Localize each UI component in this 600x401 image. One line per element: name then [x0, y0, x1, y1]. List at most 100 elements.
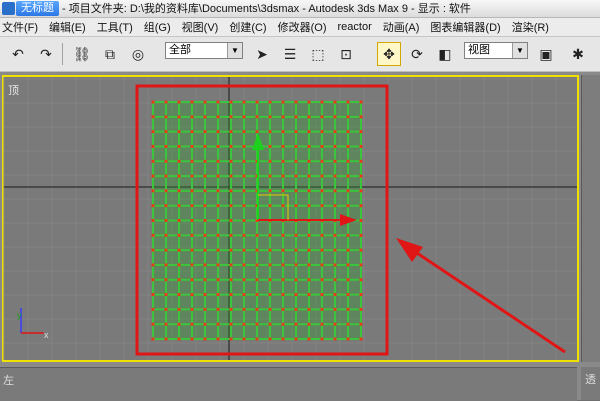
plane-vertex[interactable]	[359, 337, 363, 341]
plane-vertex[interactable]	[216, 293, 220, 297]
plane-vertex[interactable]	[190, 174, 194, 178]
plane-vertex[interactable]	[203, 307, 207, 311]
plane-vertex[interactable]	[229, 293, 233, 297]
plane-vertex[interactable]	[151, 115, 155, 119]
plane-vertex[interactable]	[294, 263, 298, 267]
plane-vertex[interactable]	[190, 293, 194, 297]
plane-vertex[interactable]	[203, 233, 207, 237]
plane-vertex[interactable]	[164, 293, 168, 297]
plane-vertex[interactable]	[307, 204, 311, 208]
plane-vertex[interactable]	[333, 278, 337, 282]
plane-vertex[interactable]	[190, 278, 194, 282]
plane-vertex[interactable]	[164, 130, 168, 134]
plane-vertex[interactable]	[359, 248, 363, 252]
plane-vertex[interactable]	[320, 263, 324, 267]
plane-vertex[interactable]	[294, 307, 298, 311]
plane-vertex[interactable]	[242, 248, 246, 252]
plane-vertex[interactable]	[242, 278, 246, 282]
plane-vertex[interactable]	[190, 159, 194, 163]
plane-vertex[interactable]	[216, 100, 220, 104]
plane-vertex[interactable]	[268, 100, 272, 104]
plane-vertex[interactable]	[333, 322, 337, 326]
plane-vertex[interactable]	[346, 322, 350, 326]
plane-vertex[interactable]	[242, 204, 246, 208]
plane-vertex[interactable]	[294, 144, 298, 148]
plane-vertex[interactable]	[281, 189, 285, 193]
plane-vertex[interactable]	[307, 115, 311, 119]
plane-vertex[interactable]	[229, 278, 233, 282]
plane-vertex[interactable]	[268, 263, 272, 267]
plane-vertex[interactable]	[164, 233, 168, 237]
plane-vertex[interactable]	[203, 115, 207, 119]
plane-vertex[interactable]	[203, 144, 207, 148]
plane-vertex[interactable]	[359, 322, 363, 326]
plane-vertex[interactable]	[255, 100, 259, 104]
plane-vertex[interactable]	[177, 293, 181, 297]
plane-vertex[interactable]	[177, 159, 181, 163]
plane-vertex[interactable]	[203, 263, 207, 267]
plane-vertex[interactable]	[203, 174, 207, 178]
plane-vertex[interactable]	[177, 278, 181, 282]
plane-vertex[interactable]	[281, 233, 285, 237]
plane-vertex[interactable]	[359, 219, 363, 222]
plane-vertex[interactable]	[333, 144, 337, 148]
plane-vertex[interactable]	[346, 307, 350, 311]
plane-vertex[interactable]	[359, 189, 363, 193]
plane-vertex[interactable]	[242, 189, 246, 193]
plane-vertex[interactable]	[346, 263, 350, 267]
plane-vertex[interactable]	[190, 219, 194, 222]
plane-vertex[interactable]	[333, 174, 337, 178]
plane-vertex[interactable]	[281, 307, 285, 311]
plane-vertex[interactable]	[190, 130, 194, 134]
plane-vertex[interactable]	[268, 322, 272, 326]
plane-vertex[interactable]	[333, 100, 337, 104]
plane-vertex[interactable]	[177, 233, 181, 237]
plane-vertex[interactable]	[359, 159, 363, 163]
plane-vertex[interactable]	[177, 144, 181, 148]
plane-vertex[interactable]	[346, 248, 350, 252]
plane-vertex[interactable]	[229, 263, 233, 267]
plane-vertex[interactable]	[151, 337, 155, 341]
plane-vertex[interactable]	[294, 159, 298, 163]
plane-vertex[interactable]	[255, 337, 259, 341]
plane-vertex[interactable]	[281, 159, 285, 163]
plane-vertex[interactable]	[346, 115, 350, 119]
plane-vertex[interactable]	[177, 174, 181, 178]
plane-vertex[interactable]	[177, 337, 181, 341]
plane-vertex[interactable]	[229, 337, 233, 341]
plane-vertex[interactable]	[216, 219, 220, 222]
plane-vertex[interactable]	[229, 307, 233, 311]
plane-vertex[interactable]	[281, 100, 285, 104]
plane-vertex[interactable]	[320, 159, 324, 163]
plane-vertex[interactable]	[320, 322, 324, 326]
plane-vertex[interactable]	[177, 100, 181, 104]
plane-vertex[interactable]	[151, 263, 155, 267]
plane-vertex[interactable]	[190, 263, 194, 267]
plane-vertex[interactable]	[333, 337, 337, 341]
plane-vertex[interactable]	[359, 174, 363, 178]
plane-vertex[interactable]	[268, 204, 272, 208]
plane-vertex[interactable]	[255, 322, 259, 326]
plane-vertex[interactable]	[320, 189, 324, 193]
plane-vertex[interactable]	[242, 322, 246, 326]
plane-vertex[interactable]	[307, 189, 311, 193]
plane-vertex[interactable]	[177, 115, 181, 119]
plane-vertex[interactable]	[346, 144, 350, 148]
plane-vertex[interactable]	[190, 337, 194, 341]
plane-vertex[interactable]	[242, 293, 246, 297]
plane-vertex[interactable]	[216, 174, 220, 178]
plane-vertex[interactable]	[320, 248, 324, 252]
plane-vertex[interactable]	[164, 204, 168, 208]
plane-vertex[interactable]	[294, 100, 298, 104]
plane-vertex[interactable]	[151, 293, 155, 297]
plane-vertex[interactable]	[242, 144, 246, 148]
plane-vertex[interactable]	[359, 278, 363, 282]
plane-vertex[interactable]	[229, 130, 233, 134]
plane-vertex[interactable]	[281, 204, 285, 208]
plane-vertex[interactable]	[268, 337, 272, 341]
plane-vertex[interactable]	[190, 115, 194, 119]
plane-vertex[interactable]	[346, 189, 350, 193]
plane-vertex[interactable]	[164, 322, 168, 326]
plane-vertex[interactable]	[281, 115, 285, 119]
plane-vertex[interactable]	[294, 278, 298, 282]
